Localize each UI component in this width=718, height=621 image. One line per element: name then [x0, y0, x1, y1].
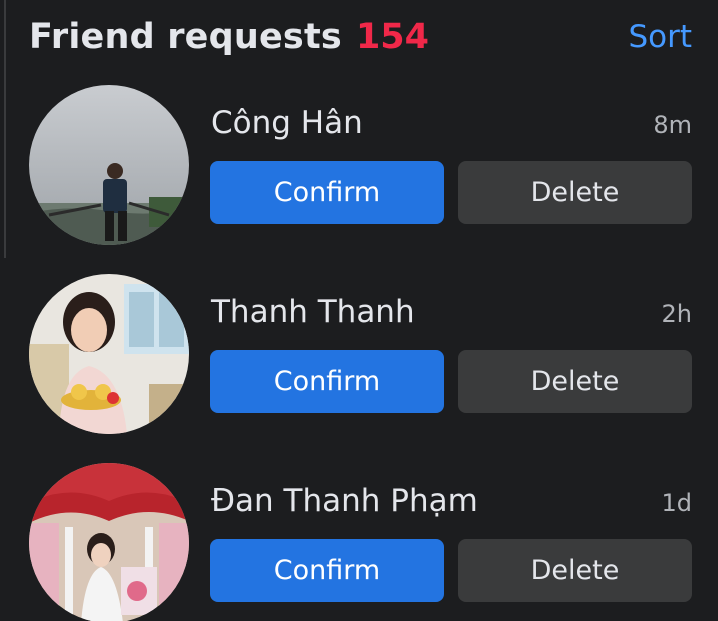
header-title-group: Friend requests 154: [29, 17, 429, 57]
confirm-button[interactable]: Confirm: [210, 539, 444, 602]
friend-request-item: Thanh Thanh 2h Confirm Delete: [0, 274, 718, 444]
request-count-badge: 154: [355, 17, 429, 57]
avatar[interactable]: [29, 274, 189, 434]
confirm-button[interactable]: Confirm: [210, 161, 444, 224]
delete-button[interactable]: Delete: [458, 161, 692, 224]
friend-requests-screen: Friend requests 154 Sort Công Hân 8m Con…: [0, 0, 718, 621]
requester-name[interactable]: Thanh Thanh: [211, 294, 415, 330]
avatar-photo: [29, 463, 189, 621]
requester-name[interactable]: Công Hân: [211, 105, 363, 141]
avatar-photo: [29, 85, 189, 245]
sort-link[interactable]: Sort: [628, 19, 692, 55]
avatar[interactable]: [29, 463, 189, 621]
requester-name[interactable]: Đan Thanh Phạm: [211, 483, 478, 519]
avatar[interactable]: [29, 85, 189, 245]
avatar-photo: [29, 274, 189, 434]
page-title: Friend requests: [29, 17, 342, 57]
request-time: 2h: [661, 300, 692, 328]
friend-request-item: Công Hân 8m Confirm Delete: [0, 85, 718, 255]
request-time: 8m: [653, 111, 692, 139]
friend-request-item: Đan Thanh Phạm 1d Confirm Delete: [0, 463, 718, 621]
friend-requests-header: Friend requests 154 Sort: [29, 14, 692, 60]
delete-button[interactable]: Delete: [458, 539, 692, 602]
delete-button[interactable]: Delete: [458, 350, 692, 413]
request-time: 1d: [661, 489, 692, 517]
confirm-button[interactable]: Confirm: [210, 350, 444, 413]
